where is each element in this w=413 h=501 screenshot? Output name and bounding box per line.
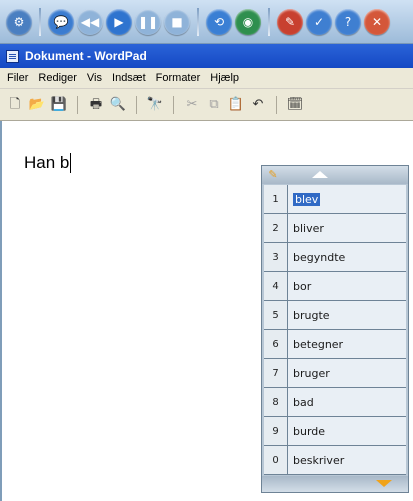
assistive-toolbar: ⚙ 💬 ◀◀ ▶ ❚❚ ■ ⟲ ◉ ✎ ✓? ✕ [0, 0, 413, 44]
prediction-number: 3 [264, 243, 288, 271]
scroll-up-arrow-icon[interactable] [312, 171, 328, 178]
word-prediction-panel: ✎ 1 blev 2 bliver 3 begyndte 4 bor 5 brugte 6 beteg… [261, 165, 409, 493]
toolbar-separator [276, 95, 277, 114]
prediction-word-cell: bad [288, 388, 406, 416]
prediction-row[interactable]: 6 betegner [264, 330, 406, 359]
web-icon[interactable]: ◉ [235, 8, 261, 35]
prediction-number: 9 [264, 417, 288, 445]
prediction-row[interactable]: 4 bor [264, 272, 406, 301]
undo-icon[interactable]: ↶ [249, 96, 267, 114]
menu-item-4[interactable]: Formater [151, 70, 206, 86]
menu-item-2[interactable]: Vis [82, 70, 107, 86]
document-text-line[interactable]: Han b [24, 153, 72, 173]
prediction-number: 1 [264, 185, 288, 213]
menu-bar: Filer Rediger Vis Indsæt Formater Hjælp [0, 68, 413, 89]
prediction-row[interactable]: 2 bliver [264, 214, 406, 243]
prediction-word: brugte [293, 308, 330, 322]
pause-icon[interactable]: ❚❚ [135, 8, 161, 35]
prediction-word-cell: brugte [288, 301, 406, 329]
prediction-word: beskriver [293, 453, 345, 467]
prediction-number: 5 [264, 301, 288, 329]
prediction-word: burde [293, 424, 326, 438]
prediction-word-cell: burde [288, 417, 406, 445]
prediction-word-cell: bruger [288, 359, 406, 387]
prediction-list: 1 blev 2 bliver 3 begyndte 4 bor 5 brugte 6 betegne… [264, 185, 406, 475]
prediction-word-cell: beskriver [288, 446, 406, 474]
prediction-word-cell: begyndte [288, 243, 406, 271]
speech-bubble-icon[interactable]: 💬 [48, 8, 74, 35]
stop-icon[interactable]: ■ [164, 8, 190, 35]
read-page-icon[interactable]: ⟲ [206, 8, 232, 35]
prediction-row[interactable]: 1 blev [264, 185, 406, 214]
prediction-icon[interactable]: ✎ [277, 8, 303, 35]
help-icon[interactable]: ? [335, 8, 361, 35]
find-icon[interactable]: 🔭 [146, 96, 164, 114]
prediction-word-cell: bor [288, 272, 406, 300]
prediction-number: 8 [264, 388, 288, 416]
prediction-row[interactable]: 0 beskriver [264, 446, 406, 475]
window-title: Dokument - WordPad [25, 49, 147, 63]
prediction-word: bor [293, 279, 312, 293]
prediction-number: 6 [264, 330, 288, 358]
prediction-row[interactable]: 5 brugte [264, 301, 406, 330]
toolbar-separator [268, 7, 270, 36]
prediction-header: ✎ [262, 166, 408, 184]
paste-icon[interactable]: 📋 [227, 96, 245, 114]
prediction-word: betegner [293, 337, 344, 351]
prediction-word: blev [293, 192, 321, 206]
toolbar-separator [136, 95, 137, 114]
menu-item-3[interactable]: Indsæt [107, 70, 151, 86]
scroll-down-arrow-icon[interactable] [376, 480, 392, 487]
spell-icon[interactable]: ✓ [306, 8, 332, 35]
wordpad-icon [6, 49, 19, 63]
print-preview-icon[interactable]: 🔍 [109, 96, 127, 114]
new-document-icon[interactable]: 🗋 [6, 96, 24, 114]
prediction-word: bruger [293, 366, 330, 380]
prediction-word: bliver [293, 221, 324, 235]
menu-item-0[interactable]: Filer [2, 70, 33, 86]
prediction-footer [262, 476, 408, 492]
menu-item-5[interactable]: Hjælp [205, 70, 244, 86]
document-text: Han b [24, 153, 70, 172]
prediction-number: 7 [264, 359, 288, 387]
standard-toolbar: 🗋 📂 💾 🖶 🔍 🔭 ✂ ⧉ 📋 ↶ 🗓 [0, 89, 413, 121]
prediction-word-cell: blev [288, 185, 406, 213]
toolbar-separator [39, 7, 41, 36]
close-icon[interactable]: ✕ [364, 8, 390, 35]
print-icon[interactable]: 🖶 [87, 96, 105, 114]
prediction-word-cell: betegner [288, 330, 406, 358]
prediction-word: begyndte [293, 250, 346, 264]
cut-icon[interactable]: ✂ [183, 96, 201, 114]
text-caret [70, 153, 72, 173]
prediction-row[interactable]: 8 bad [264, 388, 406, 417]
rewind-icon[interactable]: ◀◀ [77, 8, 103, 35]
prediction-row[interactable]: 7 bruger [264, 359, 406, 388]
date-time-icon[interactable]: 🗓 [286, 96, 304, 114]
toolbar-separator [173, 95, 174, 114]
open-folder-icon[interactable]: 📂 [28, 96, 46, 114]
toolbar-separator [197, 7, 199, 36]
prediction-word-cell: bliver [288, 214, 406, 242]
prediction-number: 2 [264, 214, 288, 242]
prediction-word: bad [293, 395, 314, 409]
prediction-row[interactable]: 9 burde [264, 417, 406, 446]
prediction-row[interactable]: 3 begyndte [264, 243, 406, 272]
pin-icon[interactable]: ✎ [266, 168, 280, 182]
play-icon[interactable]: ▶ [106, 8, 132, 35]
save-icon[interactable]: 💾 [50, 96, 68, 114]
window-titlebar: Dokument - WordPad [0, 44, 413, 68]
menu-item-1[interactable]: Rediger [33, 70, 82, 86]
settings-icon[interactable]: ⚙ [6, 8, 32, 35]
toolbar-separator [77, 95, 78, 114]
prediction-number: 4 [264, 272, 288, 300]
copy-icon[interactable]: ⧉ [205, 96, 223, 114]
prediction-number: 0 [264, 446, 288, 474]
